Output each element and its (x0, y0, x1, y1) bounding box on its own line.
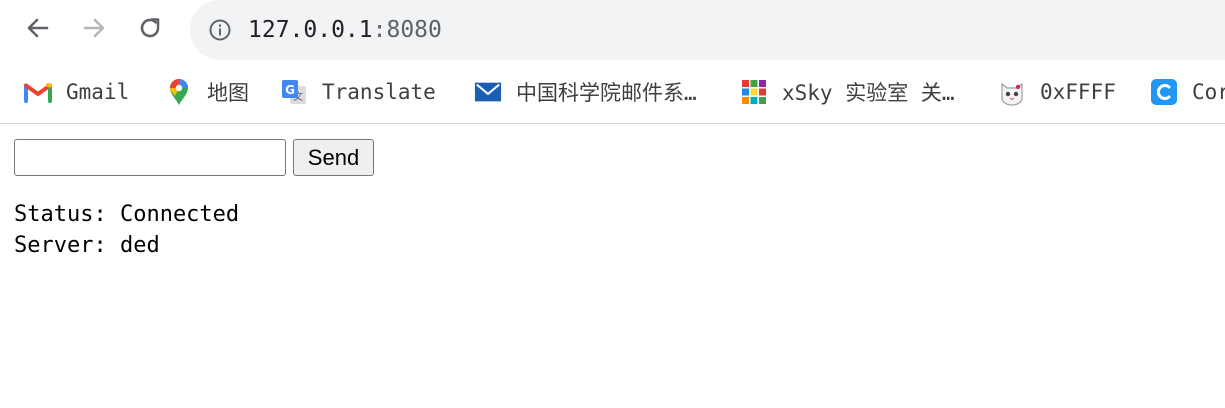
page-content: Send Status: Connected Server: ded (0, 125, 1225, 408)
forward-button[interactable] (76, 10, 112, 46)
bookmark-xsky[interactable]: xSky 实验室 关… (740, 72, 955, 112)
status-line: Status: Connected (14, 202, 240, 227)
reload-button[interactable] (132, 10, 168, 46)
xsky-grid-icon (740, 78, 768, 106)
svg-text:G: G (285, 83, 295, 97)
address-bar[interactable]: 127.0.0.1:8080 (190, 0, 1225, 60)
bookmark-label: xSky 实验室 关… (782, 81, 955, 105)
c-app-icon (1150, 78, 1178, 106)
bookmark-label: Gmail (66, 80, 130, 104)
message-log: Status: Connected Server: ded (14, 199, 239, 261)
bookmark-maps[interactable]: 地图 (165, 72, 249, 112)
translate-icon: 文 G (280, 78, 308, 106)
arrow-right-icon (83, 18, 105, 38)
bookmark-0xffff[interactable]: 0xFFFF (998, 72, 1116, 112)
back-button[interactable] (20, 10, 56, 46)
maps-pin-icon (165, 78, 193, 106)
cat-icon (998, 78, 1026, 106)
browser-chrome: 127.0.0.1:8080 Gmail 地图 文 G Translate 中国… (0, 0, 1225, 124)
bookmark-label: Translate (322, 80, 436, 104)
gmail-icon (24, 78, 52, 106)
bookmark-label: 0xFFFF (1040, 80, 1116, 104)
bookmark-cas-mail[interactable]: 中国科学院邮件系… (474, 72, 697, 112)
bookmark-label: Cor (1192, 80, 1225, 104)
send-button[interactable]: Send (293, 139, 374, 176)
bookmark-gmail[interactable]: Gmail (24, 72, 129, 112)
reload-icon (140, 18, 160, 38)
bookmarks-bar: Gmail 地图 文 G Translate 中国科学院邮件系… xSky 实验… (0, 72, 1225, 112)
mail-envelope-icon (474, 78, 502, 106)
url-text[interactable]: 127.0.0.1:8080 (248, 14, 442, 46)
message-input[interactable] (14, 139, 286, 176)
url-host: 127.0.0.1 (248, 17, 373, 43)
info-circle-icon[interactable] (208, 18, 232, 42)
bookmark-cor[interactable]: Cor (1150, 72, 1225, 112)
bookmark-label: 中国科学院邮件系… (516, 81, 697, 105)
server-line: Server: ded (14, 233, 160, 258)
bookmark-label: 地图 (207, 81, 249, 105)
bookmark-translate[interactable]: 文 G Translate (280, 72, 436, 112)
url-port: :8080 (372, 17, 442, 43)
arrow-left-icon (27, 18, 49, 38)
